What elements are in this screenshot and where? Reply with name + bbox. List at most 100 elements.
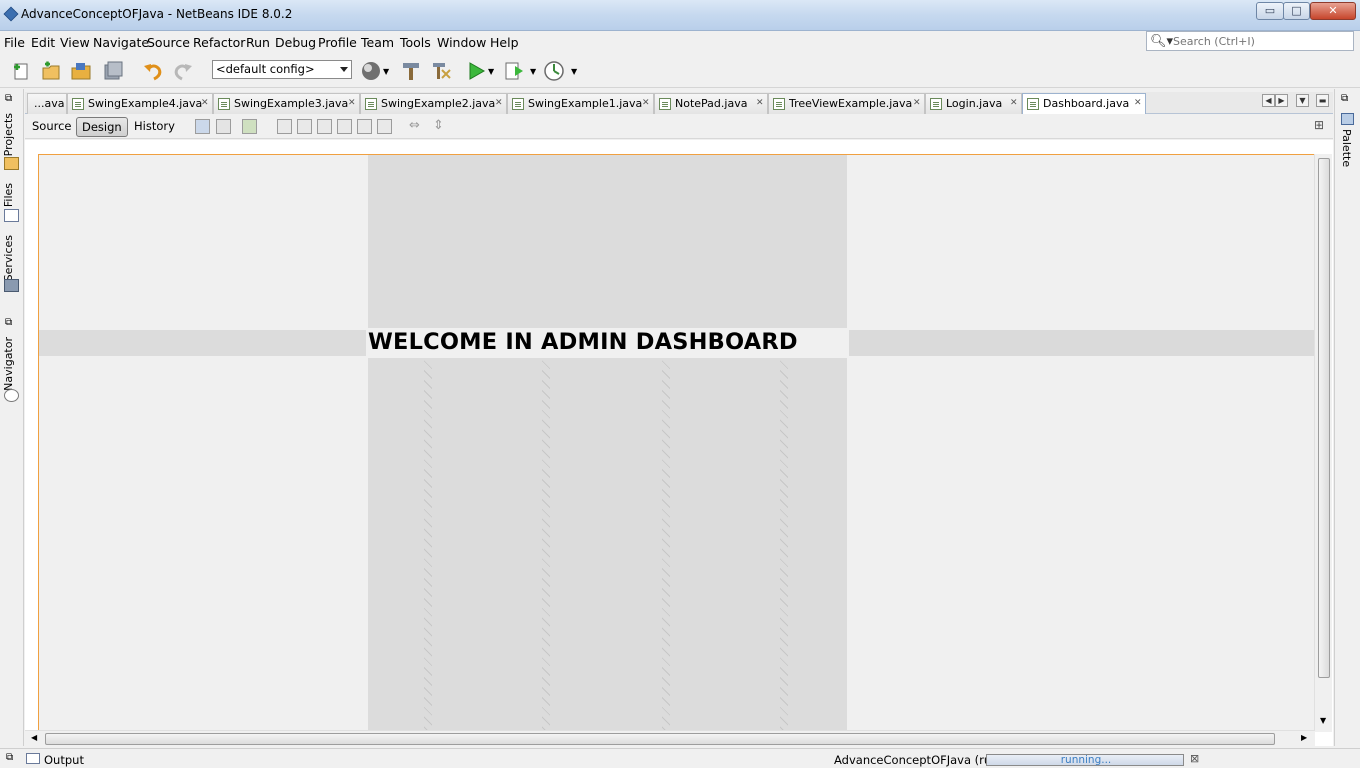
top-panel[interactable] <box>368 155 847 328</box>
tab-swingexample3[interactable]: SwingExample3.java ✕ <box>213 93 360 114</box>
new-file-icon[interactable] <box>10 60 32 82</box>
bottom-panel[interactable] <box>368 358 847 733</box>
align-right-icon[interactable] <box>317 119 332 134</box>
menu-help[interactable]: Help <box>490 35 519 50</box>
config-select[interactable]: <default config> <box>212 60 352 79</box>
scroll-tabs-right-icon[interactable]: ▶ <box>1275 94 1288 107</box>
output-tab[interactable]: Output <box>44 753 84 767</box>
tab-login[interactable]: Login.java ✕ <box>925 93 1022 114</box>
menu-tools[interactable]: Tools <box>400 35 431 50</box>
change-vertical-resizability-icon[interactable]: ⇕ <box>433 118 444 133</box>
build-hammer-icon[interactable] <box>400 60 422 82</box>
restore-window-icon[interactable]: ⧉ <box>5 93 12 104</box>
tab-label: Dashboard.java <box>1043 97 1130 110</box>
save-all-icon[interactable] <box>102 60 124 82</box>
change-horizontal-resizability-icon[interactable]: ⇔ <box>409 118 420 133</box>
restore-window-icon[interactable]: ⧉ <box>1341 93 1348 104</box>
scroll-down-icon[interactable]: ▼ <box>1320 716 1326 725</box>
debug-icon[interactable] <box>503 60 525 82</box>
tab-swingexample2[interactable]: SwingExample2.java ✕ <box>360 93 507 114</box>
sidebar-tab-services[interactable]: Services <box>2 235 15 281</box>
close-tab-icon[interactable]: ✕ <box>1010 94 1018 113</box>
scroll-left-icon[interactable]: ◀ <box>31 733 37 742</box>
align-top-icon[interactable] <box>337 119 352 134</box>
align-center-icon[interactable] <box>297 119 312 134</box>
jframe-form[interactable]: WELCOME IN ADMIN DASHBOARD <box>38 154 1315 733</box>
chevron-down-icon[interactable]: ▼ <box>383 67 389 76</box>
redo-icon[interactable] <box>172 60 194 82</box>
show-opened-documents-icon[interactable]: ▼ <box>1296 94 1309 107</box>
close-tab-icon[interactable]: ✕ <box>756 94 764 113</box>
close-tab-icon[interactable]: ✕ <box>642 94 650 113</box>
history-mode-button[interactable]: History <box>129 117 180 137</box>
restore-window-icon[interactable]: ⧉ <box>5 317 12 328</box>
close-tab-icon[interactable]: ✕ <box>1134 94 1142 113</box>
run-icon[interactable] <box>465 60 487 82</box>
new-project-icon[interactable] <box>40 60 62 82</box>
close-tab-icon[interactable]: ✕ <box>201 94 209 113</box>
minimize-window-group-icon[interactable]: ▬ <box>1316 94 1329 107</box>
menu-profile[interactable]: Profile <box>318 35 357 50</box>
window-title: AdvanceConceptOFJava - NetBeans IDE 8.0.… <box>21 7 293 21</box>
selection-mode-icon[interactable] <box>195 119 210 134</box>
tab-label: TreeViewExample.java <box>789 97 913 110</box>
horizontal-scroll-thumb[interactable] <box>45 733 1275 745</box>
close-tab-icon[interactable]: ✕ <box>348 94 356 113</box>
close-tab-icon[interactable]: ✕ <box>495 94 503 113</box>
vertical-scrollbar[interactable]: ▼ <box>1314 154 1332 732</box>
tab-dashboard[interactable]: Dashboard.java ✕ <box>1022 93 1146 114</box>
search-icon[interactable]: 🔍︎▾ <box>1150 34 1173 49</box>
menu-team[interactable]: Team <box>361 35 394 50</box>
menu-window[interactable]: Window <box>437 35 486 50</box>
sidebar-tab-navigator[interactable]: Navigator <box>2 337 15 391</box>
menu-file[interactable]: File <box>4 35 25 50</box>
undo-icon[interactable] <box>142 60 164 82</box>
welcome-label[interactable]: WELCOME IN ADMIN DASHBOARD <box>368 329 798 355</box>
design-mode-button[interactable]: Design <box>76 117 128 137</box>
close-button[interactable]: ✕ <box>1310 2 1356 20</box>
menu-source[interactable]: Source <box>147 35 190 50</box>
right-panel[interactable] <box>849 330 1315 356</box>
sidebar-tab-projects[interactable]: Projects <box>2 113 15 156</box>
align-left-icon[interactable] <box>277 119 292 134</box>
expand-editor-icon[interactable]: ⊞ <box>1314 118 1324 132</box>
chevron-down-icon[interactable]: ▼ <box>571 67 577 76</box>
menu-refactor[interactable]: Refactor <box>193 35 245 50</box>
cancel-task-icon[interactable]: ⊠ <box>1190 752 1199 765</box>
search-input[interactable] <box>1173 34 1351 48</box>
connection-mode-icon[interactable] <box>216 119 231 134</box>
tab-treeviewexample[interactable]: TreeViewExample.java ✕ <box>768 93 925 114</box>
left-sidebar: ⧉ Projects Files Services ⧉ Navigator <box>0 89 24 746</box>
align-bottom-icon[interactable] <box>377 119 392 134</box>
globe-icon[interactable] <box>360 60 382 82</box>
clean-build-icon[interactable] <box>430 60 452 82</box>
maximize-button[interactable]: □ <box>1283 2 1310 20</box>
tab-swingexample1[interactable]: SwingExample1.java ✕ <box>507 93 654 114</box>
align-middle-icon[interactable] <box>357 119 372 134</box>
preview-design-icon[interactable] <box>242 119 257 134</box>
profile-icon[interactable] <box>543 60 565 82</box>
menu-navigate[interactable]: Navigate <box>93 35 149 50</box>
tab-truncated[interactable]: ...ava <box>27 93 67 114</box>
tab-label: SwingExample4.java <box>88 97 203 110</box>
source-mode-button[interactable]: Source <box>27 117 77 137</box>
horizontal-scrollbar[interactable]: ◀ ▶ <box>25 730 1315 746</box>
menu-run[interactable]: Run <box>246 35 270 50</box>
open-project-icon[interactable] <box>70 60 92 82</box>
chevron-down-icon[interactable]: ▼ <box>488 67 494 76</box>
tab-notepad[interactable]: NotePad.java ✕ <box>654 93 768 114</box>
sidebar-tab-files[interactable]: Files <box>2 183 15 207</box>
vertical-scroll-thumb[interactable] <box>1318 158 1330 678</box>
restore-window-icon[interactable]: ⧉ <box>6 752 13 763</box>
left-panel[interactable] <box>39 330 366 356</box>
tab-swingexample4[interactable]: SwingExample4.java ✕ <box>67 93 213 114</box>
close-tab-icon[interactable]: ✕ <box>913 94 921 113</box>
sidebar-tab-palette[interactable]: Palette <box>1340 129 1353 167</box>
menu-debug[interactable]: Debug <box>275 35 316 50</box>
scroll-tabs-left-icon[interactable]: ◀ <box>1262 94 1275 107</box>
menu-edit[interactable]: Edit <box>31 35 55 50</box>
scroll-right-icon[interactable]: ▶ <box>1301 733 1307 742</box>
chevron-down-icon[interactable]: ▼ <box>530 67 536 76</box>
minimize-button[interactable]: ▭ <box>1256 2 1284 20</box>
menu-view[interactable]: View <box>60 35 90 50</box>
